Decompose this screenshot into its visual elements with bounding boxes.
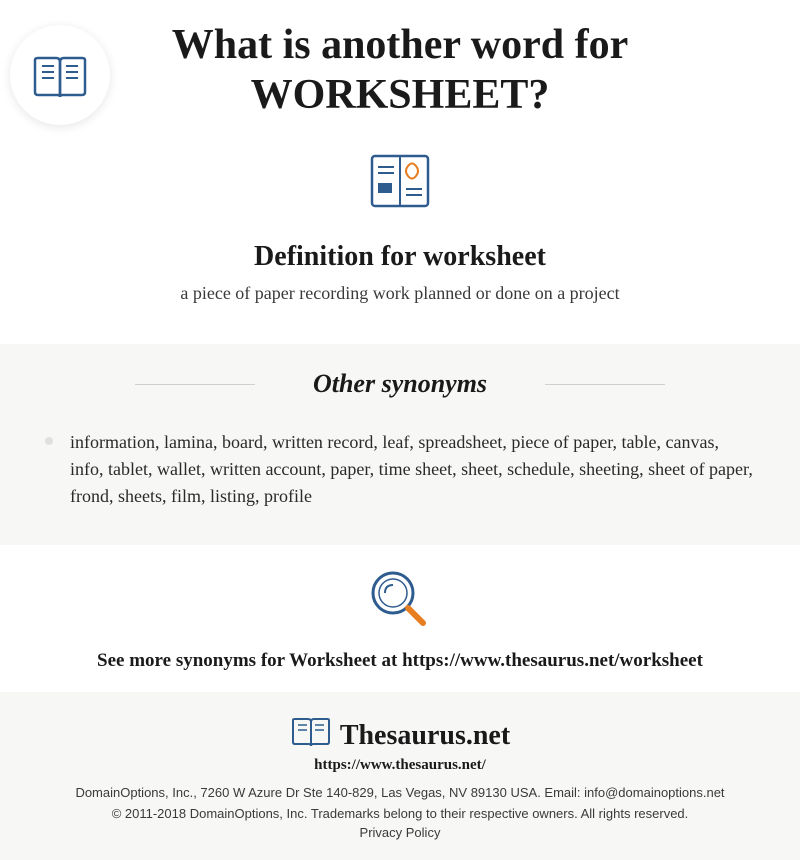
footer-copyright: © 2011-2018 DomainOptions, Inc. Trademar… [30, 806, 770, 821]
synonyms-section: Other synonyms information, lamina, boar… [0, 344, 800, 545]
definition-heading: Definition for worksheet [30, 241, 770, 273]
definition-text: a piece of paper recording work planned … [30, 283, 770, 314]
see-more-section: See more synonyms for Worksheet at https… [0, 545, 800, 692]
footer-logo-wrap: Thesaurus.net [30, 712, 770, 752]
synonyms-list: information, lamina, board, written reco… [70, 429, 755, 510]
open-book-icon [30, 50, 90, 100]
header-section: What is another word for WORKSHEET? Defi… [0, 0, 800, 344]
footer-book-icon [290, 714, 332, 750]
footer-domain-text: DomainOptions, Inc., 7260 W Azure Dr Ste… [30, 784, 770, 802]
magnifier-icon [365, 565, 435, 635]
title-word: WORKSHEET? [251, 72, 550, 118]
title-prefix: What is another word for [172, 22, 629, 68]
bullet-icon [45, 437, 53, 445]
logo-circle [10, 25, 110, 125]
footer-section: Thesaurus.net https://www.thesaurus.net/… [0, 692, 800, 860]
dictionary-icon [360, 141, 440, 221]
dictionary-icon-wrap [30, 141, 770, 226]
magnifier-wrap [30, 565, 770, 635]
see-more-text: See more synonyms for Worksheet at https… [30, 650, 770, 672]
footer-brand: Thesaurus.net [340, 720, 510, 752]
footer-privacy-link[interactable]: Privacy Policy [30, 825, 770, 840]
synonyms-heading: Other synonyms [45, 369, 755, 399]
footer-url: https://www.thesaurus.net/ [30, 757, 770, 774]
page-title: What is another word for WORKSHEET? [30, 20, 770, 121]
